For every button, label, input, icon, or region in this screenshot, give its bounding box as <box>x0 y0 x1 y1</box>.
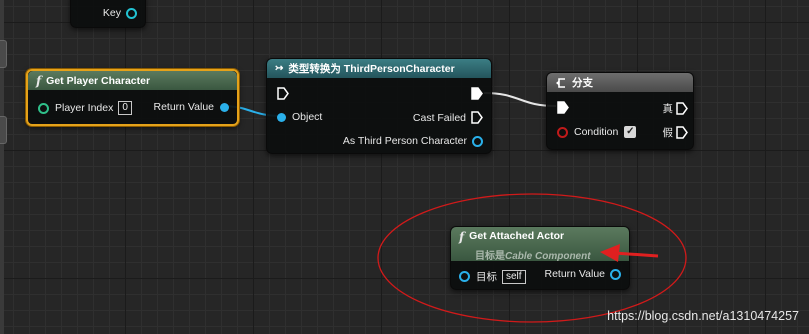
annotation-arrow-head <box>600 244 620 262</box>
annotation-layer <box>377 193 687 323</box>
watermark: https://blog.csdn.net/a1310474257 <box>607 309 799 323</box>
annotation-arrow-shaft <box>613 251 659 258</box>
annotation-ellipse <box>377 193 687 323</box>
